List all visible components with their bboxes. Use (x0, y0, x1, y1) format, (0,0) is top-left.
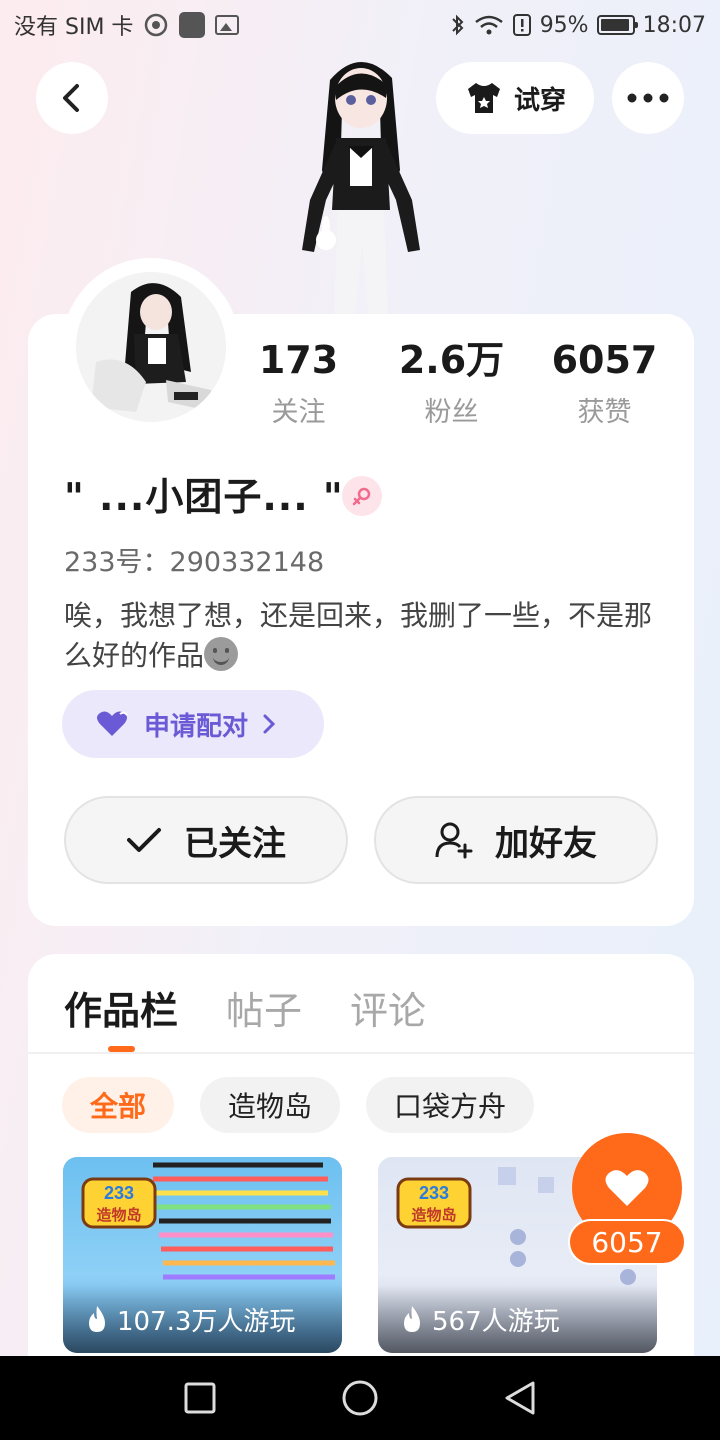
following-label: 已关注 (184, 823, 286, 864)
chevron-right-icon (263, 714, 276, 734)
smiley-emoji-icon (204, 637, 239, 671)
filter-creation-island[interactable]: 造物岛 (200, 1077, 341, 1133)
fire-icon (89, 1306, 105, 1332)
tab-posts[interactable]: 帖子 (226, 980, 302, 1035)
game-logo: 233 造物岛 (81, 1177, 157, 1229)
battery-icon (596, 15, 638, 35)
play-count: 107.3万人游玩 (117, 1306, 296, 1337)
try-on-label: 试穿 (513, 85, 566, 116)
tab-works[interactable]: 作品栏 (64, 980, 178, 1035)
tab-comments[interactable]: 评论 (350, 980, 426, 1035)
battery-percent: 95% (539, 12, 589, 38)
following-button[interactable]: 已关注 (64, 796, 348, 884)
avatar-image (76, 272, 226, 422)
add-user-icon (435, 822, 473, 859)
more-dots-icon (627, 93, 669, 103)
add-friend-button[interactable]: 加好友 (374, 796, 658, 884)
nickname: " ...小团子... " (64, 475, 344, 519)
try-on-button[interactable]: 试穿 (436, 62, 594, 134)
triangle-back-icon (505, 1381, 535, 1415)
play-count-bar: 107.3万人游玩 (63, 1285, 342, 1353)
apply-match-button[interactable]: 申请配对 (62, 690, 324, 758)
wifi-icon (474, 15, 503, 35)
game-logo: 233 造物岛 (396, 1177, 472, 1229)
game-logo-number: 233 (419, 1183, 449, 1203)
profile-stats: 173 关注 2.6万 粉丝 6057 获赞 (222, 336, 682, 429)
system-nav-bar (0, 1356, 720, 1440)
stat-following[interactable]: 173 关注 (222, 336, 375, 429)
double-heart-icon (97, 711, 128, 736)
stat-value: 173 (258, 338, 339, 382)
fire-icon (404, 1306, 420, 1332)
game-logo-title: 造物岛 (96, 1206, 141, 1224)
battery-fill (600, 19, 630, 31)
back-arrow-icon (63, 84, 79, 112)
carrier-text: 没有 SIM 卡 (14, 15, 134, 40)
circle-icon (342, 1380, 378, 1416)
play-count: 567人游玩 (432, 1306, 560, 1337)
bio-text: 唉，我想了想，还是回来，我删了一些，不是那么好的作品 (64, 599, 653, 672)
gallery-notification-icon (215, 15, 240, 35)
heart-icon (605, 1170, 649, 1206)
user-id: 233号：290332148 (64, 547, 325, 578)
bio: 唉，我想了想，还是回来，我删了一些，不是那么好的作品 (64, 596, 664, 676)
game-logo-number: 233 (104, 1183, 134, 1203)
content-tabs: 作品栏 帖子 评论 (64, 980, 426, 1035)
filter-all[interactable]: 全部 (62, 1077, 175, 1133)
status-bar: 没有 SIM 卡 95% 18:07 (0, 0, 720, 50)
recent-apps-button[interactable] (170, 1368, 230, 1428)
game-logo-title: 造物岛 (411, 1206, 456, 1224)
back-button[interactable] (36, 62, 108, 134)
tabs-divider (28, 1052, 694, 1054)
stat-label: 获赞 (577, 397, 632, 428)
stat-value: 6057 (551, 338, 658, 382)
square-icon (184, 1382, 216, 1414)
check-icon (127, 828, 161, 852)
bluetooth-icon (451, 14, 464, 36)
add-friend-label: 加好友 (495, 823, 597, 864)
alert-icon (512, 14, 531, 36)
game-card[interactable]: 233 造物岛 107.3万人游玩 (63, 1157, 342, 1353)
shirt-icon (467, 83, 500, 113)
like-count: 6057 (568, 1219, 686, 1265)
apply-match-label: 申请配对 (144, 711, 249, 742)
stat-label: 关注 (271, 397, 326, 428)
home-button[interactable] (330, 1368, 390, 1428)
filter-pocket-ark[interactable]: 口袋方舟 (366, 1077, 535, 1133)
hotspot-icon (145, 13, 168, 37)
play-count-bar: 567人游玩 (378, 1285, 657, 1353)
more-button[interactable] (612, 62, 684, 134)
clock: 18:07 (642, 12, 706, 38)
nav-back-button[interactable] (490, 1368, 550, 1428)
stat-label: 粉丝 (424, 397, 479, 428)
avatar-figure[interactable] (270, 50, 450, 314)
female-icon (342, 476, 382, 516)
stat-likes[interactable]: 6057 获赞 (528, 336, 681, 429)
avatar[interactable] (76, 272, 226, 422)
filter-chips: 全部 造物岛 口袋方舟 (62, 1077, 535, 1133)
stat-value: 2.6万 (398, 338, 505, 382)
stat-followers[interactable]: 2.6万 粉丝 (375, 336, 528, 429)
app-notification-icon (179, 12, 206, 38)
